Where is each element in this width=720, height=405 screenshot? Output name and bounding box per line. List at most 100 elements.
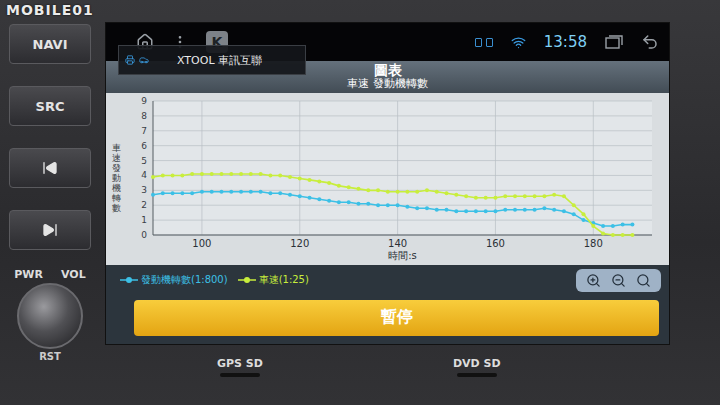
volume-knob[interactable] bbox=[17, 283, 83, 349]
zoom-controls bbox=[576, 269, 661, 292]
zoom-out-button[interactable] bbox=[611, 273, 626, 288]
y-axis-label: 車速 發動機轉數 bbox=[112, 144, 121, 213]
svg-text:1: 1 bbox=[141, 215, 147, 225]
svg-text:9: 9 bbox=[141, 96, 147, 106]
data-point bbox=[180, 173, 184, 177]
reset-label[interactable]: RST bbox=[39, 351, 61, 362]
left-bezel: NAVI SRC PWRVOL RST bbox=[0, 0, 100, 405]
data-point bbox=[630, 233, 634, 237]
previous-button[interactable] bbox=[9, 148, 91, 188]
data-point bbox=[337, 184, 341, 188]
data-point bbox=[219, 190, 223, 194]
data-point bbox=[210, 172, 214, 176]
knob-labels: PWRVOL bbox=[14, 268, 85, 281]
svg-text:120: 120 bbox=[290, 238, 309, 249]
bezel-button[interactable]: NAVI bbox=[9, 24, 91, 64]
data-point bbox=[552, 208, 556, 212]
screen-column: K13:58XTOOL 車訊互聯圖表車速 發動機轉數車速 發動機轉數012345… bbox=[100, 0, 675, 405]
data-point bbox=[523, 208, 527, 212]
next-button[interactable] bbox=[9, 210, 91, 250]
data-point bbox=[376, 203, 380, 207]
slot-label: DVD SD bbox=[453, 357, 501, 370]
next-icon bbox=[42, 222, 58, 238]
wifi-icon bbox=[511, 35, 526, 50]
zoom-in-icon bbox=[586, 273, 601, 288]
svg-text:4: 4 bbox=[141, 170, 147, 180]
svg-text:180: 180 bbox=[584, 238, 603, 249]
data-point bbox=[503, 208, 507, 212]
data-point bbox=[562, 194, 566, 198]
data-point bbox=[190, 172, 194, 176]
popup-title: XTOOL 車訊互聯 bbox=[177, 53, 262, 68]
card-slot: GPS SD bbox=[217, 357, 263, 377]
legend-item: 發動機轉數(1:800) bbox=[120, 273, 228, 287]
data-point bbox=[484, 196, 488, 200]
data-point bbox=[405, 190, 409, 194]
legend-item: 車速(1:25) bbox=[238, 273, 309, 287]
action-button[interactable]: 暫停 bbox=[134, 300, 659, 336]
y-tick: 1 bbox=[141, 215, 652, 225]
data-point bbox=[542, 206, 546, 210]
bezel-button[interactable]: SRC bbox=[9, 86, 91, 126]
data-point bbox=[601, 232, 605, 236]
zoom-out-icon bbox=[611, 273, 626, 288]
data-point bbox=[366, 202, 370, 206]
data-point bbox=[200, 190, 204, 194]
previous-icon bbox=[42, 160, 58, 176]
svg-text:8: 8 bbox=[141, 111, 147, 121]
data-point bbox=[200, 172, 204, 176]
data-point bbox=[493, 196, 497, 200]
car-icon bbox=[139, 55, 149, 65]
data-point bbox=[171, 173, 175, 177]
data-point bbox=[572, 212, 576, 216]
card-slot: DVD SD bbox=[453, 357, 501, 377]
data-point bbox=[210, 190, 214, 194]
back-icon[interactable] bbox=[641, 33, 659, 51]
data-series bbox=[151, 172, 634, 237]
legend-row: 發動機轉數(1:800) 車速(1:25) bbox=[106, 265, 669, 295]
data-point bbox=[308, 178, 312, 182]
data-point bbox=[493, 209, 497, 213]
data-point bbox=[308, 196, 312, 200]
data-point bbox=[337, 200, 341, 204]
data-point bbox=[219, 172, 223, 176]
data-point bbox=[405, 205, 409, 209]
legend: 發動機轉數(1:800) 車速(1:25) bbox=[120, 273, 309, 287]
data-point bbox=[533, 194, 537, 198]
data-point bbox=[425, 188, 429, 192]
recents-icon[interactable] bbox=[605, 35, 623, 49]
app-area: 圖表車速 發動機轉數車速 發動機轉數0123456789100120140160… bbox=[106, 61, 669, 344]
y-tick: 3 bbox=[141, 185, 652, 195]
data-point bbox=[298, 176, 302, 180]
data-point bbox=[161, 191, 165, 195]
x-tick: 140 bbox=[388, 101, 407, 249]
app-popup[interactable]: XTOOL 車訊互聯 bbox=[118, 45, 306, 75]
data-point bbox=[542, 194, 546, 198]
data-point bbox=[572, 203, 576, 207]
sim-icon bbox=[486, 38, 493, 47]
zoom-in-button[interactable] bbox=[586, 273, 601, 288]
sim-icons bbox=[475, 38, 493, 47]
data-point bbox=[464, 194, 468, 198]
zoom-reset-icon bbox=[636, 273, 651, 288]
data-point bbox=[503, 194, 507, 198]
x-tick: 100 bbox=[192, 101, 211, 249]
zoom-reset-button[interactable] bbox=[636, 273, 651, 288]
data-point bbox=[278, 191, 282, 195]
app-title: 圖表 bbox=[374, 63, 402, 78]
data-point bbox=[356, 187, 360, 191]
watermark: MOBILE01 bbox=[6, 2, 94, 18]
data-point bbox=[171, 191, 175, 195]
knob-label: PWR bbox=[14, 268, 43, 281]
svg-text:2: 2 bbox=[141, 200, 147, 210]
plot-area bbox=[153, 101, 652, 235]
data-point bbox=[298, 194, 302, 198]
y-tick: 4 bbox=[141, 170, 652, 180]
x-axis-title: 時間:s bbox=[388, 250, 417, 261]
data-point bbox=[327, 181, 331, 185]
data-point bbox=[591, 224, 595, 228]
line-chart: 0123456789100120140160180時間:s bbox=[125, 93, 660, 265]
data-point bbox=[533, 208, 537, 212]
data-point bbox=[445, 191, 449, 195]
y-tick: 2 bbox=[141, 200, 652, 210]
